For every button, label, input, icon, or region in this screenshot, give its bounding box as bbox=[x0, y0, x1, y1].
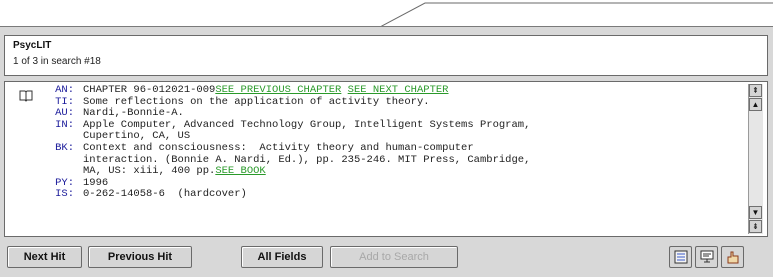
hand-print-icon bbox=[727, 251, 739, 264]
next-hit-button[interactable]: Next Hit bbox=[7, 246, 82, 268]
monitor-button[interactable] bbox=[695, 246, 718, 268]
field-text: Apple Computer, Advanced Technology Grou… bbox=[83, 118, 531, 131]
field-row: MA, US: xiii, 400 pp.SEE BOOK bbox=[47, 165, 747, 178]
scroll-bottom-button[interactable]: ⇟ bbox=[749, 220, 762, 233]
hit-status: 1 of 3 in search #18 bbox=[13, 56, 101, 67]
field-value: 0-262-14058-6 (hardcover) bbox=[74, 189, 247, 201]
database-name: PsycLIT bbox=[13, 40, 52, 51]
all-fields-button[interactable]: All Fields bbox=[241, 246, 323, 268]
list-view-button[interactable] bbox=[669, 246, 692, 268]
field-text: MA, US: xiii, 400 pp. bbox=[83, 165, 216, 178]
field-label: AN: bbox=[55, 84, 74, 96]
field-text: interaction. (Bonnie A. Nardi, Ed.), pp.… bbox=[83, 153, 531, 166]
book-record-icon bbox=[19, 90, 33, 102]
add-to-search-button[interactable]: Add to Search bbox=[330, 246, 458, 268]
field-label: BK: bbox=[55, 141, 74, 154]
search-header-panel: PsycLIT 1 of 3 in search #18 bbox=[4, 35, 768, 76]
record-panel[interactable]: AN: CHAPTER 96-012021-009SEE PREVIOUS CHA… bbox=[4, 81, 768, 237]
field-label bbox=[47, 166, 74, 178]
field-text: CHAPTER 96-012021-009 bbox=[83, 84, 216, 96]
record-link[interactable]: SEE BOOK bbox=[215, 165, 265, 177]
print-button[interactable] bbox=[721, 246, 744, 268]
record-viewer-window: PsycLIT 1 of 3 in search #18 AN: CHAPTER … bbox=[0, 26, 773, 277]
field-text: Context and consciousness: Activity theo… bbox=[83, 141, 474, 154]
scroll-top-button[interactable]: ⇞ bbox=[749, 84, 762, 97]
record-link[interactable]: SEE PREVIOUS CHAPTER bbox=[215, 84, 341, 96]
field-row: IS: 0-262-14058-6 (hardcover) bbox=[47, 189, 747, 201]
field-label bbox=[47, 155, 74, 167]
field-text: 0-262-14058-6 (hardcover) bbox=[83, 188, 247, 201]
scroll-down-button[interactable]: ▼ bbox=[749, 206, 762, 219]
field-text: 1996 bbox=[83, 176, 109, 189]
record-link[interactable]: SEE NEXT CHAPTER bbox=[348, 84, 449, 96]
field-text: Cupertino, CA, US bbox=[83, 130, 191, 143]
field-text: Nardi,-Bonnie-A. bbox=[83, 107, 184, 120]
previous-hit-button[interactable]: Previous Hit bbox=[88, 246, 192, 268]
record-scrollbar[interactable]: ⇞ ▲ ▼ ⇟ bbox=[748, 84, 763, 234]
scroll-up-button[interactable]: ▲ bbox=[749, 98, 762, 111]
list-view-icon bbox=[674, 250, 688, 264]
field-label: IN: bbox=[55, 118, 74, 131]
record-fields: AN: CHAPTER 96-012021-009SEE PREVIOUS CHA… bbox=[47, 84, 747, 201]
monitor-icon bbox=[700, 250, 714, 263]
field-label: IS: bbox=[55, 188, 74, 201]
field-text: Some reflections on the application of a… bbox=[83, 95, 430, 108]
